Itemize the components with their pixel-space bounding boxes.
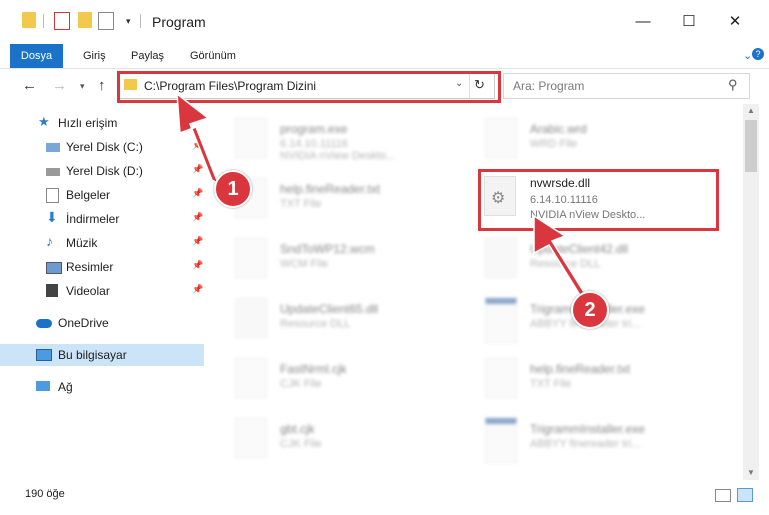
arrow-2-icon [533, 214, 589, 302]
step-badge-1: 1 [214, 170, 252, 208]
annotation-arrows [176, 92, 589, 302]
step-badge-2: 2 [571, 291, 609, 329]
arrow-1-icon [176, 92, 220, 185]
